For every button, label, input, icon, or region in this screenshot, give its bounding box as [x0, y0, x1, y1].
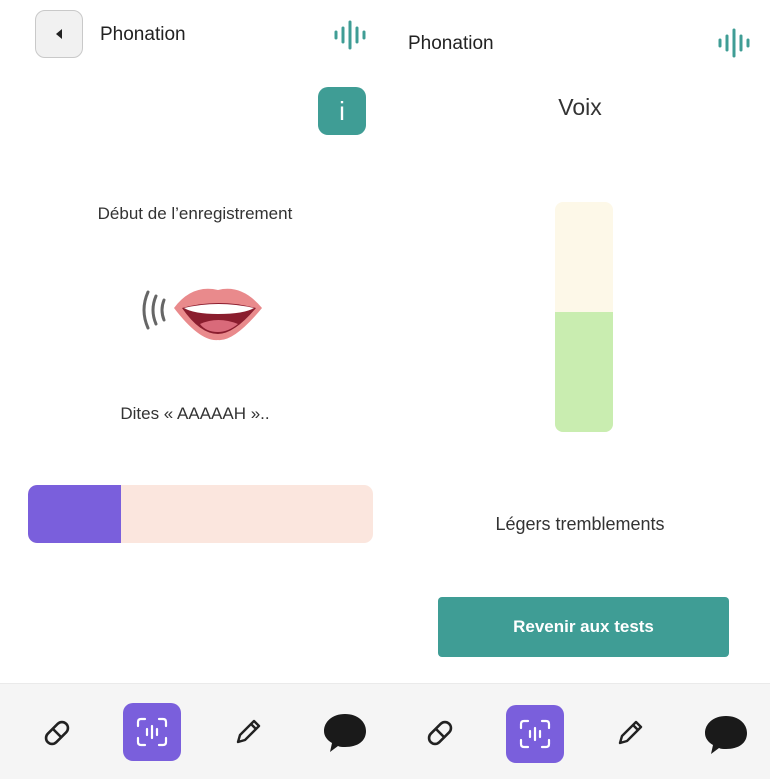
bottom-nav	[0, 683, 390, 779]
pill-icon	[427, 720, 453, 746]
nav-item-chat[interactable]	[703, 714, 749, 761]
nav-item-chat[interactable]	[322, 712, 368, 759]
pencil-icon	[618, 720, 643, 745]
page-title: Phonation	[408, 33, 494, 54]
info-icon: i	[339, 95, 345, 126]
recording-progress-bar	[28, 485, 373, 543]
mouth-speaking-icon	[134, 278, 266, 347]
scan-voice-icon	[136, 717, 168, 747]
progress-fill	[28, 485, 122, 543]
voice-title: Voix	[558, 94, 602, 120]
page-title: Phonation	[100, 24, 186, 45]
sound-wave-icon	[334, 20, 366, 50]
scan-voice-icon	[519, 719, 551, 749]
meter-fill	[555, 312, 613, 432]
pill-icon	[44, 720, 70, 746]
screen-result: Phonation Voix Légers tremblements Reven…	[390, 0, 770, 779]
nav-item-notes[interactable]	[615, 718, 645, 753]
back-arrow-icon	[56, 29, 62, 39]
nav-item-medication[interactable]	[423, 716, 457, 755]
nav-item-voice-test[interactable]	[123, 703, 181, 761]
result-label: Légers tremblements	[495, 514, 665, 534]
sound-wave-icon	[718, 28, 750, 58]
recording-heading: Début de l’enregistrement	[97, 204, 293, 223]
nav-item-medication[interactable]	[40, 716, 74, 755]
bottom-nav	[390, 683, 770, 779]
nav-item-voice-test[interactable]	[506, 705, 564, 763]
info-button[interactable]: i	[318, 87, 366, 135]
chat-bubble-icon	[705, 716, 747, 754]
chat-bubble-icon	[324, 714, 366, 752]
back-button[interactable]	[35, 10, 83, 58]
screen-recording: Phonation i Début de l’enregistrement Di…	[0, 0, 390, 779]
instruction-text: Dites « AAAAAH »..	[120, 404, 270, 423]
nav-item-notes[interactable]	[233, 717, 263, 752]
pencil-icon	[236, 719, 261, 744]
voice-level-meter	[555, 202, 613, 432]
back-to-tests-button[interactable]: Revenir aux tests	[438, 597, 729, 657]
